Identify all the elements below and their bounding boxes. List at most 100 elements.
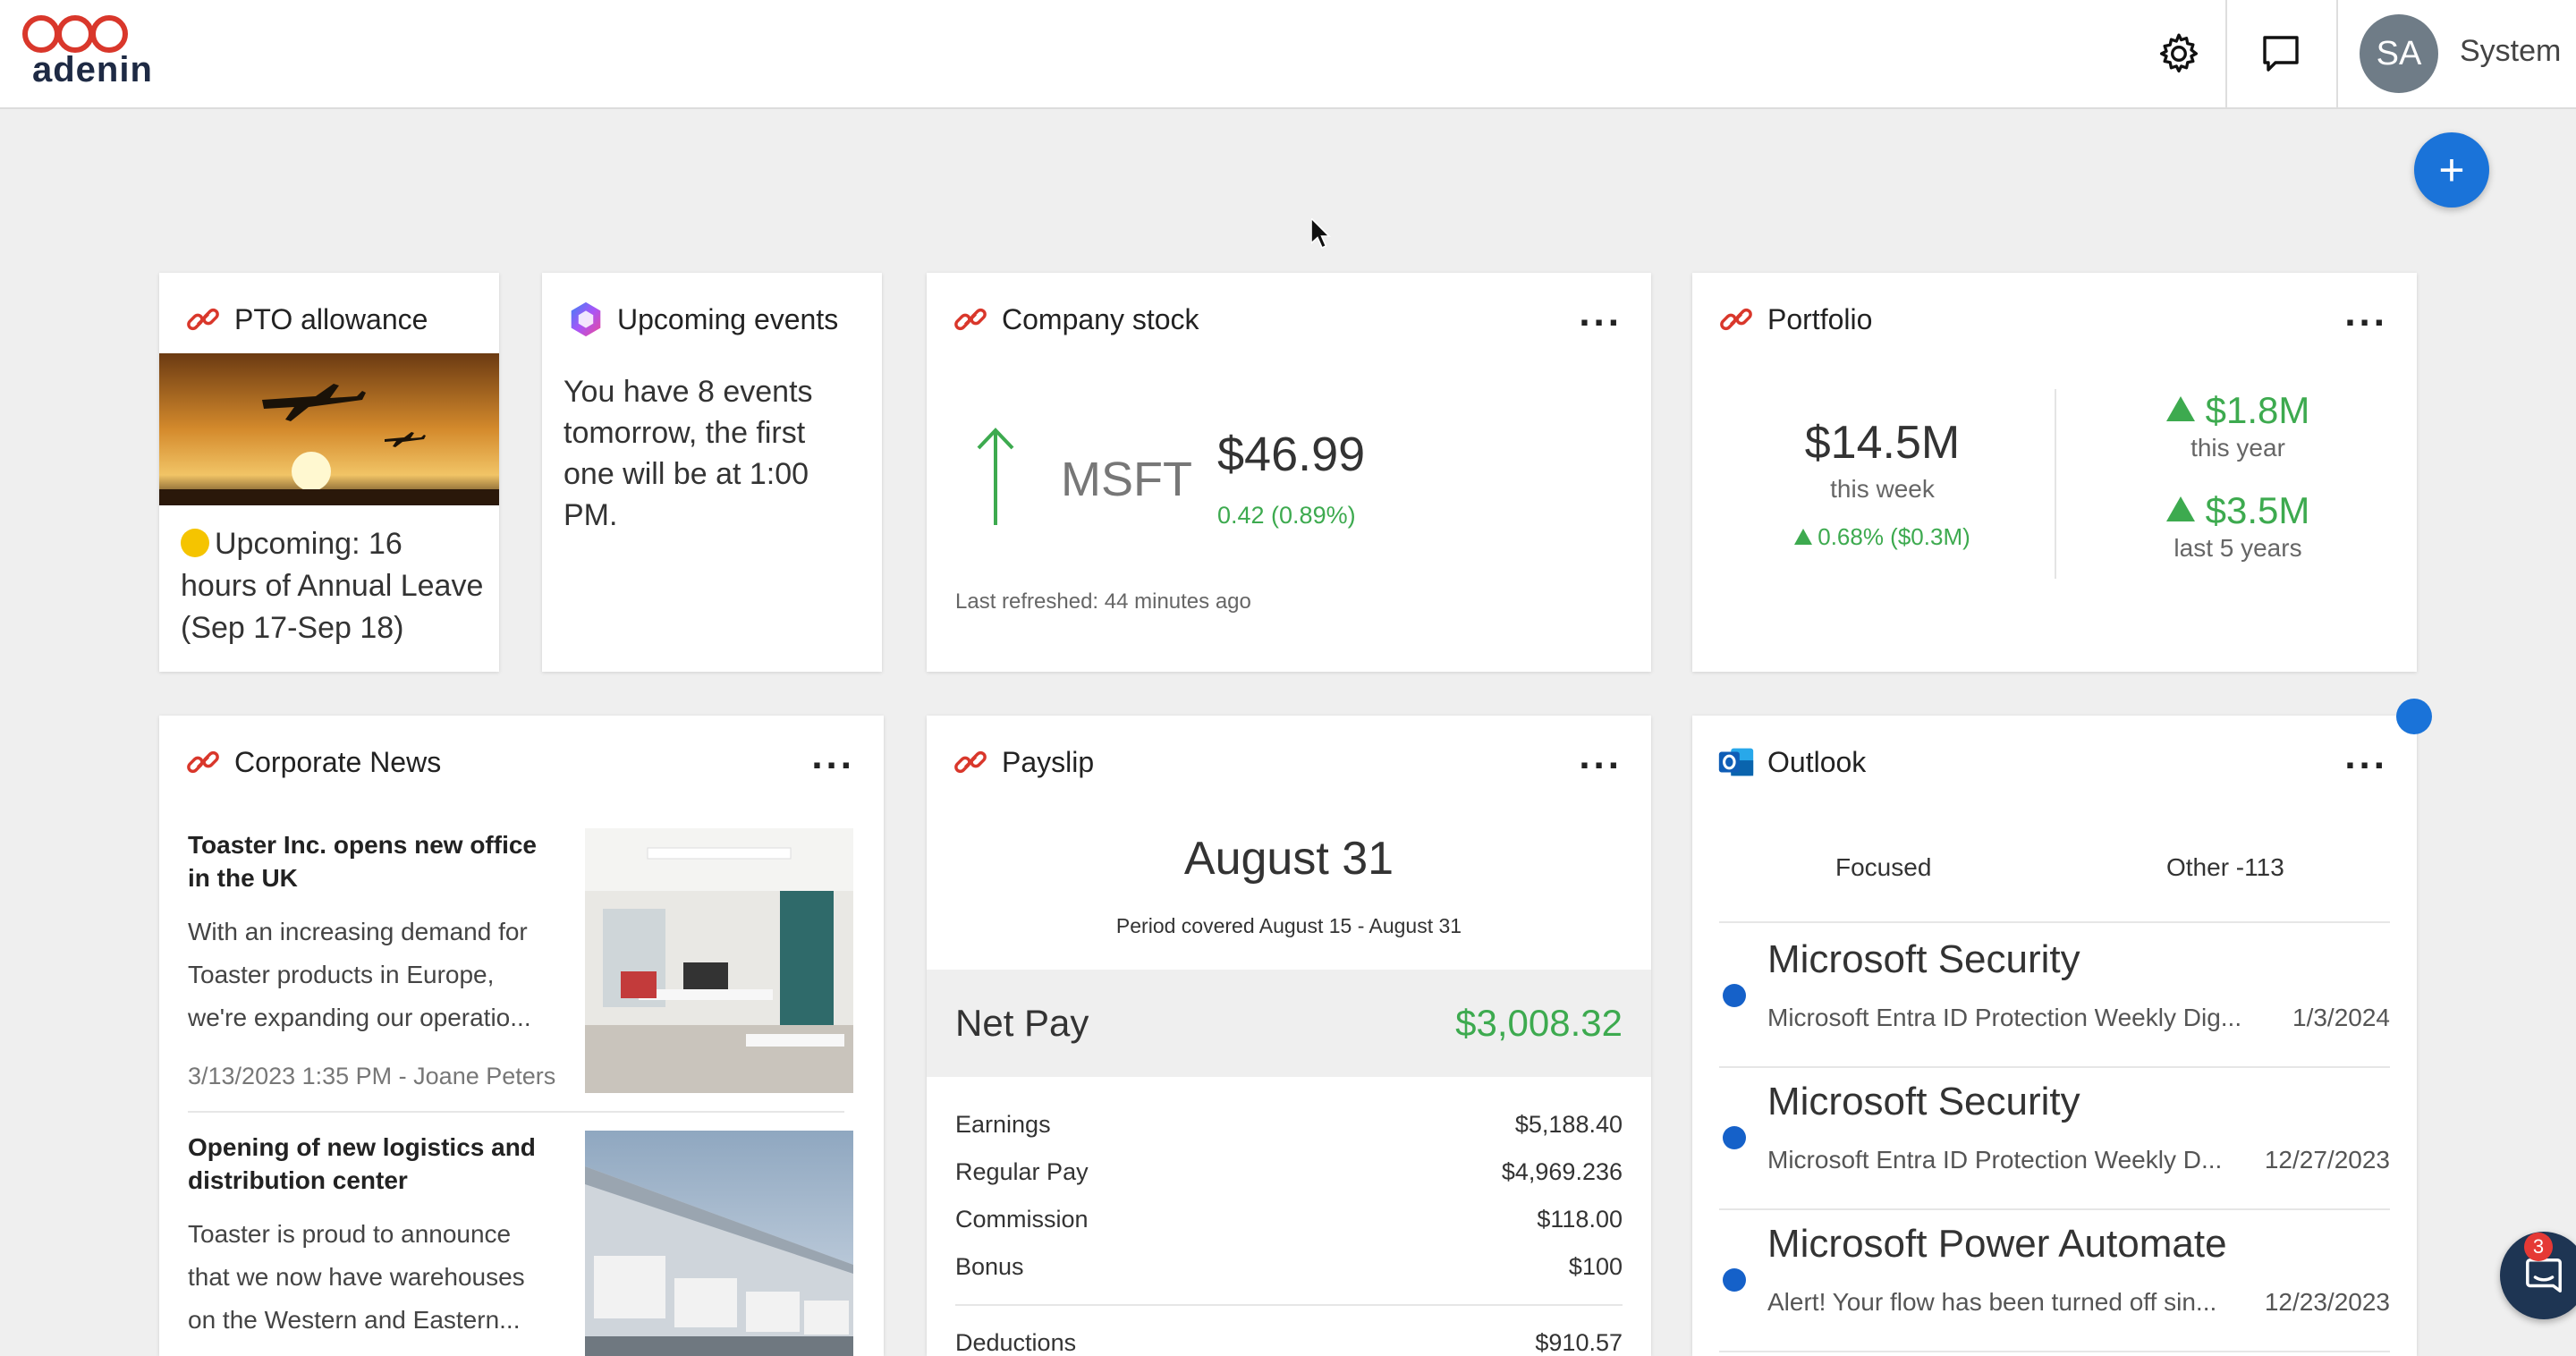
- link-icon: [948, 297, 993, 342]
- card-header: Payslip: [948, 737, 1630, 787]
- mouse-cursor-icon: [1311, 218, 1331, 249]
- drag-handle[interactable]: [2396, 699, 2432, 734]
- card-title: Outlook: [1767, 745, 1867, 778]
- chat-button[interactable]: [2236, 0, 2326, 107]
- outlook-card[interactable]: Outlook ... Focused Other -113 Microsoft…: [1692, 716, 2417, 1356]
- tabs-divider: [1719, 921, 2390, 923]
- card-header: Portfolio: [1714, 294, 2395, 344]
- payslip-date: August 31: [1183, 833, 1394, 885]
- portfolio-value: $14.5M: [1804, 417, 1961, 469]
- email-sender: Microsoft Power Automate: [1767, 1222, 2227, 1266]
- toolbar-divider: [2225, 0, 2227, 107]
- email-sender: Microsoft Security: [1767, 1080, 2080, 1123]
- gear-icon: [2159, 33, 2199, 73]
- mail-tabs: Focused Other -113: [1719, 853, 2390, 907]
- stock-price: $46.99: [1217, 428, 1366, 481]
- copilot-icon: [564, 297, 608, 342]
- outlook-icon: [1714, 740, 1758, 784]
- news-title[interactable]: Opening of new logistics and distributio…: [188, 1131, 546, 1197]
- earnings-row: Earnings $5,188.40: [955, 1111, 1623, 1138]
- news-title[interactable]: Toaster Inc. opens new office in the UK: [188, 828, 546, 894]
- chat-bubble-icon: [2526, 1259, 2562, 1292]
- warehouse-trucks-image: [585, 1131, 853, 1356]
- card-title: Company stock: [1002, 302, 1199, 335]
- email-item[interactable]: Microsoft Security Microsoft Entra ID Pr…: [1719, 925, 2390, 1068]
- up-triangle-icon: [2165, 396, 2195, 421]
- news-item[interactable]: Toaster Inc. opens new office in the UK …: [188, 828, 873, 1097]
- more-menu-button[interactable]: ...: [2344, 293, 2388, 333]
- link-icon: [181, 297, 225, 342]
- last-refreshed: Last refreshed: 44 minutes ago: [955, 589, 1251, 614]
- up-triangle-icon: [1794, 529, 1813, 545]
- divider: [955, 1304, 1623, 1306]
- net-pay-value: $3,008.32: [1455, 1002, 1623, 1044]
- unread-dot-icon: [1723, 984, 1746, 1007]
- tab-other[interactable]: Other -113: [2166, 853, 2284, 882]
- card-header: Company stock: [948, 294, 1630, 344]
- plus-icon: +: [2438, 145, 2465, 195]
- news-excerpt: Toaster is proud to announce that we now…: [188, 1220, 525, 1334]
- up-arrow-icon: [977, 428, 1014, 525]
- card-header: PTO allowance: [181, 294, 478, 344]
- five-year-label: last 5 years: [2174, 534, 2302, 562]
- card-title: Corporate News: [234, 745, 442, 778]
- net-pay-row: Net Pay $3,008.32: [927, 970, 1651, 1077]
- card-title: Payslip: [1002, 745, 1095, 778]
- more-menu-button[interactable]: ...: [1579, 736, 1623, 775]
- news-divider: [188, 1111, 844, 1113]
- tab-focused[interactable]: Focused: [1835, 853, 1931, 882]
- deductions-row: Deductions $910.57: [955, 1329, 1623, 1356]
- portfolio-card[interactable]: Portfolio ... $14.5M this week 0.68% ($0…: [1692, 273, 2417, 672]
- portfolio-growth: $1.8M this year $3.5M last 5 years: [2068, 389, 2408, 563]
- news-excerpt: With an increasing demand for Toaster pr…: [188, 918, 531, 1031]
- email-subject: Microsoft Entra ID Protection Weekly D..…: [1767, 1146, 2223, 1174]
- news-meta: 3/13/2023 1:35 PM - Joane Peters: [188, 1063, 556, 1089]
- email-subject: Alert! Your flow has been turned off sin…: [1767, 1288, 2217, 1316]
- news-card[interactable]: Corporate News ... Toaster Inc. opens ne…: [159, 716, 884, 1356]
- email-date: 1/3/2024: [2292, 1004, 2390, 1031]
- card-header: Corporate News: [181, 737, 862, 787]
- settings-button[interactable]: [2134, 0, 2224, 107]
- link-icon: [1714, 297, 1758, 342]
- email-item[interactable]: Microsoft Security Microsoft Entra ID Pr…: [1719, 1067, 2390, 1210]
- portfolio-weekly: $14.5M this week 0.68% ($0.3M): [1692, 416, 2072, 551]
- portfolio-value-label: this week: [1830, 475, 1935, 503]
- more-menu-button[interactable]: ...: [2344, 736, 2388, 775]
- office-image: [585, 828, 853, 1093]
- avatar[interactable]: SA: [2360, 14, 2438, 93]
- top-bar: adenin SA System: [0, 0, 2576, 109]
- card-header: Upcoming events: [564, 294, 860, 344]
- link-icon: [948, 740, 993, 784]
- payslip-card[interactable]: Payslip ... August 31 Period covered Aug…: [927, 716, 1651, 1356]
- net-pay-label: Net Pay: [955, 1002, 1089, 1044]
- email-date: 12/27/2023: [2264, 1146, 2390, 1174]
- link-icon: [181, 740, 225, 784]
- year-label: this year: [2190, 434, 2285, 462]
- portfolio-change: 0.68% ($0.3M): [1692, 523, 2072, 551]
- events-card[interactable]: Upcoming events You have 8 events tomorr…: [542, 273, 882, 672]
- card-title: PTO allowance: [234, 302, 428, 335]
- sunset-airplane-image: [159, 353, 499, 505]
- pto-summary: Upcoming: 16 hours of Annual Leave (Sep …: [181, 527, 484, 645]
- five-year-growth: $3.5M: [2068, 489, 2408, 532]
- stock-card[interactable]: Company stock ... MSFT $46.99 0.42 (0.89…: [927, 273, 1651, 672]
- email-sender: Microsoft Security: [1767, 937, 2080, 981]
- status-dot-icon: [181, 529, 209, 557]
- unread-dot-icon: [1723, 1126, 1746, 1149]
- logo-text: adenin: [32, 50, 153, 89]
- stock-change: 0.42 (0.89%): [1217, 502, 1356, 529]
- year-growth: $1.8M: [2068, 389, 2408, 432]
- up-triangle-icon: [2165, 496, 2195, 521]
- add-card-button[interactable]: +: [2414, 132, 2489, 208]
- pto-card[interactable]: PTO allowance Upcoming: 16 hours of Annu…: [159, 273, 499, 672]
- more-menu-button[interactable]: ...: [811, 736, 855, 775]
- chat-icon: [2263, 36, 2299, 72]
- user-name[interactable]: System: [2460, 34, 2561, 69]
- unread-dot-icon: [1723, 1268, 1746, 1292]
- email-subject: Microsoft Entra ID Protection Weekly Dig…: [1767, 1004, 2242, 1031]
- news-item[interactable]: Opening of new logistics and distributio…: [188, 1131, 873, 1356]
- more-menu-button[interactable]: ...: [1579, 293, 1623, 333]
- email-date: 12/23/2023: [2264, 1288, 2390, 1316]
- divider: [2055, 389, 2056, 579]
- email-item[interactable]: Microsoft Power Automate Alert! Your flo…: [1719, 1209, 2390, 1352]
